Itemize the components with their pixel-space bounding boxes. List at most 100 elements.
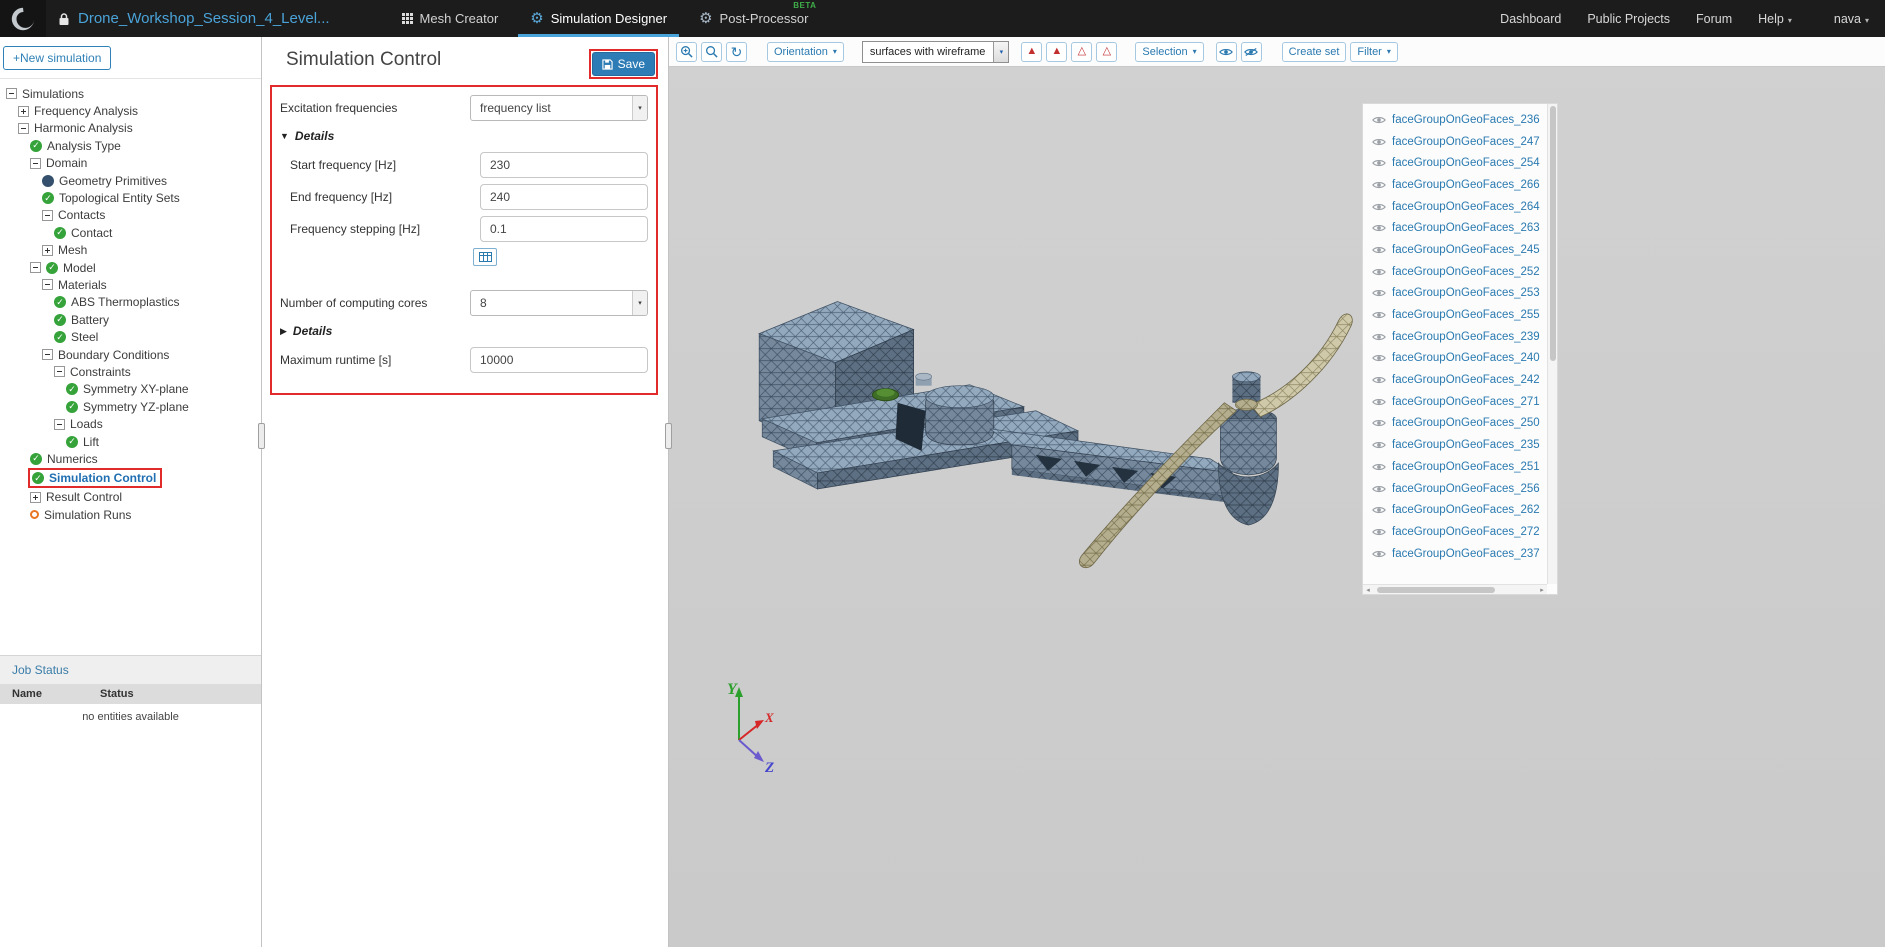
tree-item-numerics[interactable]: Numerics bbox=[0, 450, 261, 467]
face-group-link[interactable]: faceGroupOnGeoFaces_247 bbox=[1392, 136, 1540, 148]
collapse-icon[interactable] bbox=[42, 349, 53, 360]
expand-icon[interactable] bbox=[30, 492, 41, 503]
face-group-link[interactable]: faceGroupOnGeoFaces_263 bbox=[1392, 222, 1540, 234]
nav-public-projects[interactable]: Public Projects bbox=[1587, 12, 1670, 26]
face-group-item[interactable]: faceGroupOnGeoFaces_237 bbox=[1363, 543, 1547, 565]
new-simulation-button[interactable]: +New simulation bbox=[3, 46, 111, 70]
face-group-item[interactable]: faceGroupOnGeoFaces_271 bbox=[1363, 391, 1547, 413]
face-group-link[interactable]: faceGroupOnGeoFaces_242 bbox=[1392, 374, 1540, 386]
hide-selection-button[interactable] bbox=[1241, 42, 1262, 62]
excitation-frequencies-select[interactable]: frequency list ▾ bbox=[470, 95, 648, 121]
expand-icon[interactable] bbox=[18, 106, 29, 117]
face-group-item[interactable]: faceGroupOnGeoFaces_264 bbox=[1363, 196, 1547, 218]
tree-item-abs-thermoplastics[interactable]: ABS Thermoplastics bbox=[0, 294, 261, 311]
face-group-link[interactable]: faceGroupOnGeoFaces_250 bbox=[1392, 417, 1540, 429]
user-menu[interactable]: nava▾ bbox=[1834, 12, 1869, 26]
start-frequency-input[interactable] bbox=[480, 152, 648, 178]
panel-resize-handle[interactable] bbox=[665, 423, 672, 449]
tree-item-geometry-primitives[interactable]: Geometry Primitives bbox=[0, 172, 261, 189]
face-group-link[interactable]: faceGroupOnGeoFaces_256 bbox=[1392, 483, 1540, 495]
tree-item-topological-entity-sets[interactable]: Topological Entity Sets bbox=[0, 189, 261, 206]
tree-item-constraints[interactable]: Constraints bbox=[0, 363, 261, 380]
tree-item-simulation-control[interactable]: Simulation Control bbox=[0, 468, 261, 489]
mesh-view-button-1[interactable]: ▲ bbox=[1021, 42, 1042, 62]
mesh-view-button-2[interactable]: ▲ bbox=[1046, 42, 1067, 62]
face-group-link[interactable]: faceGroupOnGeoFaces_264 bbox=[1392, 201, 1540, 213]
tree-item-mesh[interactable]: Mesh bbox=[0, 242, 261, 259]
face-group-item[interactable]: faceGroupOnGeoFaces_245 bbox=[1363, 239, 1547, 261]
tree-item-materials[interactable]: Materials bbox=[0, 276, 261, 293]
save-button[interactable]: Save bbox=[592, 52, 655, 76]
face-group-item[interactable]: faceGroupOnGeoFaces_252 bbox=[1363, 261, 1547, 283]
face-group-item[interactable]: faceGroupOnGeoFaces_263 bbox=[1363, 217, 1547, 239]
face-group-item[interactable]: faceGroupOnGeoFaces_240 bbox=[1363, 348, 1547, 370]
collapse-icon[interactable] bbox=[54, 419, 65, 430]
collapse-icon[interactable] bbox=[42, 210, 53, 221]
tree-item-contacts[interactable]: Contacts bbox=[0, 207, 261, 224]
tree-item-contact[interactable]: Contact bbox=[0, 224, 261, 241]
details-toggle-expanded[interactable]: ▼ Details bbox=[280, 129, 652, 143]
project-title[interactable]: Drone_Workshop_Session_4_Level... bbox=[78, 10, 330, 27]
nav-help-menu[interactable]: Help▾ bbox=[1758, 12, 1792, 26]
refresh-view-button[interactable]: ↻ bbox=[726, 42, 747, 62]
face-group-link[interactable]: faceGroupOnGeoFaces_255 bbox=[1392, 309, 1540, 321]
orientation-dropdown[interactable]: Orientation ▾ bbox=[767, 42, 844, 62]
tree-item-simulation-runs[interactable]: Simulation Runs bbox=[0, 506, 261, 523]
face-group-link[interactable]: faceGroupOnGeoFaces_272 bbox=[1392, 526, 1540, 538]
computing-cores-select[interactable]: 8 ▾ bbox=[470, 290, 648, 316]
frequency-stepping-input[interactable] bbox=[480, 216, 648, 242]
collapse-icon[interactable] bbox=[6, 88, 17, 99]
face-group-item[interactable]: faceGroupOnGeoFaces_272 bbox=[1363, 521, 1547, 543]
collapse-icon[interactable] bbox=[42, 279, 53, 290]
filter-dropdown[interactable]: Filter ▾ bbox=[1350, 42, 1397, 62]
tree-item-loads[interactable]: Loads bbox=[0, 415, 261, 432]
tab-simulation-designer[interactable]: ⚙ Simulation Designer bbox=[514, 0, 683, 37]
face-group-item[interactable]: faceGroupOnGeoFaces_242 bbox=[1363, 369, 1547, 391]
show-selection-button[interactable] bbox=[1216, 42, 1237, 62]
face-group-link[interactable]: faceGroupOnGeoFaces_252 bbox=[1392, 266, 1540, 278]
details-toggle-collapsed[interactable]: ▶ Details bbox=[280, 324, 652, 338]
face-group-item[interactable]: faceGroupOnGeoFaces_254 bbox=[1363, 152, 1547, 174]
maximum-runtime-input[interactable] bbox=[470, 347, 648, 373]
face-group-link[interactable]: faceGroupOnGeoFaces_237 bbox=[1392, 548, 1540, 560]
sidebar-resize-handle[interactable] bbox=[258, 423, 265, 449]
face-group-item[interactable]: faceGroupOnGeoFaces_255 bbox=[1363, 304, 1547, 326]
face-group-item[interactable]: faceGroupOnGeoFaces_266 bbox=[1363, 174, 1547, 196]
face-group-item[interactable]: faceGroupOnGeoFaces_250 bbox=[1363, 413, 1547, 435]
render-mode-select[interactable]: surfaces with wireframe ▾ bbox=[862, 41, 1010, 63]
face-group-item[interactable]: faceGroupOnGeoFaces_256 bbox=[1363, 478, 1547, 500]
collapse-icon[interactable] bbox=[30, 158, 41, 169]
face-group-item[interactable]: faceGroupOnGeoFaces_251 bbox=[1363, 456, 1547, 478]
create-set-button[interactable]: Create set bbox=[1282, 42, 1347, 62]
tree-item-domain[interactable]: Domain bbox=[0, 155, 261, 172]
face-group-item[interactable]: faceGroupOnGeoFaces_235 bbox=[1363, 434, 1547, 456]
selection-dropdown[interactable]: Selection ▾ bbox=[1135, 42, 1203, 62]
face-group-item[interactable]: faceGroupOnGeoFaces_247 bbox=[1363, 131, 1547, 153]
nav-forum[interactable]: Forum bbox=[1696, 12, 1732, 26]
scrollbar-thumb[interactable] bbox=[1550, 106, 1556, 361]
face-group-link[interactable]: faceGroupOnGeoFaces_245 bbox=[1392, 244, 1540, 256]
tree-item-battery[interactable]: Battery bbox=[0, 311, 261, 328]
tree-item-analysis-type[interactable]: Analysis Type bbox=[0, 137, 261, 154]
zoom-in-button[interactable] bbox=[676, 42, 697, 62]
face-group-link[interactable]: faceGroupOnGeoFaces_262 bbox=[1392, 504, 1540, 516]
face-group-item[interactable]: faceGroupOnGeoFaces_236 bbox=[1363, 109, 1547, 131]
face-panel-horizontal-scrollbar[interactable]: ◂ ▸ bbox=[1363, 584, 1547, 594]
tree-item-symmetry-yz-plane[interactable]: Symmetry YZ-plane bbox=[0, 398, 261, 415]
face-group-link[interactable]: faceGroupOnGeoFaces_253 bbox=[1392, 287, 1540, 299]
tree-item-lift[interactable]: Lift bbox=[0, 433, 261, 450]
face-group-link[interactable]: faceGroupOnGeoFaces_236 bbox=[1392, 114, 1540, 126]
tree-item-frequency-analysis[interactable]: Frequency Analysis bbox=[0, 102, 261, 119]
face-group-item[interactable]: faceGroupOnGeoFaces_253 bbox=[1363, 283, 1547, 305]
face-group-link[interactable]: faceGroupOnGeoFaces_235 bbox=[1392, 439, 1540, 451]
tree-item-simulations[interactable]: Simulations bbox=[0, 85, 261, 102]
scroll-left-icon[interactable]: ◂ bbox=[1363, 585, 1373, 594]
tree-item-result-control[interactable]: Result Control bbox=[0, 489, 261, 506]
simscale-logo-icon[interactable] bbox=[0, 0, 46, 37]
tree-item-steel[interactable]: Steel bbox=[0, 328, 261, 345]
scrollbar-thumb[interactable] bbox=[1377, 587, 1495, 593]
collapse-icon[interactable] bbox=[30, 262, 41, 273]
collapse-icon[interactable] bbox=[54, 366, 65, 377]
3d-scene-canvas[interactable] bbox=[669, 67, 1885, 947]
face-group-link[interactable]: faceGroupOnGeoFaces_251 bbox=[1392, 461, 1540, 473]
